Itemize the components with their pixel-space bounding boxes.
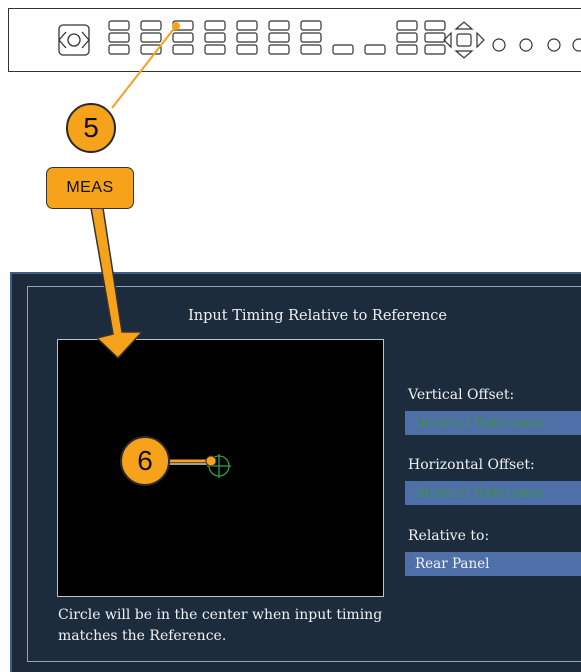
relative-to-value[interactable]: Rear Panel <box>405 552 581 576</box>
panel-button[interactable] <box>140 44 162 55</box>
panel-button[interactable] <box>140 20 162 31</box>
panel-button[interactable] <box>172 32 194 43</box>
panel-button[interactable] <box>300 20 322 31</box>
panel-button[interactable] <box>424 32 446 43</box>
panel-button[interactable] <box>268 20 290 31</box>
meas-button[interactable]: MEAS <box>46 167 134 209</box>
panel-button[interactable] <box>424 20 446 31</box>
panel-button[interactable] <box>424 44 446 55</box>
panel-button[interactable] <box>108 44 130 55</box>
round-knob-icons[interactable] <box>492 38 581 52</box>
panel-button[interactable] <box>172 20 194 31</box>
instrument-front-panel <box>8 8 581 72</box>
horizontal-offset-label: Horizontal Offset: <box>408 457 535 473</box>
relative-to-label: Relative to: <box>408 528 490 544</box>
timing-plot-area <box>57 339 384 597</box>
panel-button[interactable] <box>396 20 418 31</box>
callout-step-6: 6 <box>120 436 170 486</box>
panel-button[interactable] <box>204 20 226 31</box>
display-title: Input Timing Relative to Reference <box>188 308 447 324</box>
callout-step-5: 5 <box>66 103 116 153</box>
panel-button[interactable] <box>236 44 258 55</box>
panel-button[interactable] <box>236 32 258 43</box>
panel-button[interactable] <box>140 32 162 43</box>
panel-button[interactable] <box>300 44 322 55</box>
arrow-pad-icon[interactable] <box>443 21 485 59</box>
measurement-display: Input Timing Relative to Reference Circl… <box>10 272 581 672</box>
vertical-offset-label: Vertical Offset: <box>408 387 515 403</box>
panel-button[interactable] <box>204 32 226 43</box>
panel-button[interactable] <box>108 32 130 43</box>
panel-button[interactable] <box>172 44 194 55</box>
panel-button[interactable] <box>364 44 386 55</box>
panel-button[interactable] <box>332 44 354 55</box>
vertical-offset-value: Internal Reference <box>405 411 581 435</box>
panel-button[interactable] <box>396 32 418 43</box>
timing-target-icon <box>207 454 231 478</box>
panel-button[interactable] <box>204 44 226 55</box>
panel-button[interactable] <box>108 20 130 31</box>
panel-button[interactable] <box>268 44 290 55</box>
panel-button[interactable] <box>268 32 290 43</box>
horizontal-offset-value: Internal Reference <box>405 481 581 505</box>
timing-caption: Circle will be in the center when input … <box>58 607 383 644</box>
panel-button[interactable] <box>300 32 322 43</box>
timing-panel: Input Timing Relative to Reference Circl… <box>27 286 581 662</box>
panel-logo-icon <box>58 24 90 56</box>
panel-button[interactable] <box>236 20 258 31</box>
panel-button[interactable] <box>396 44 418 55</box>
